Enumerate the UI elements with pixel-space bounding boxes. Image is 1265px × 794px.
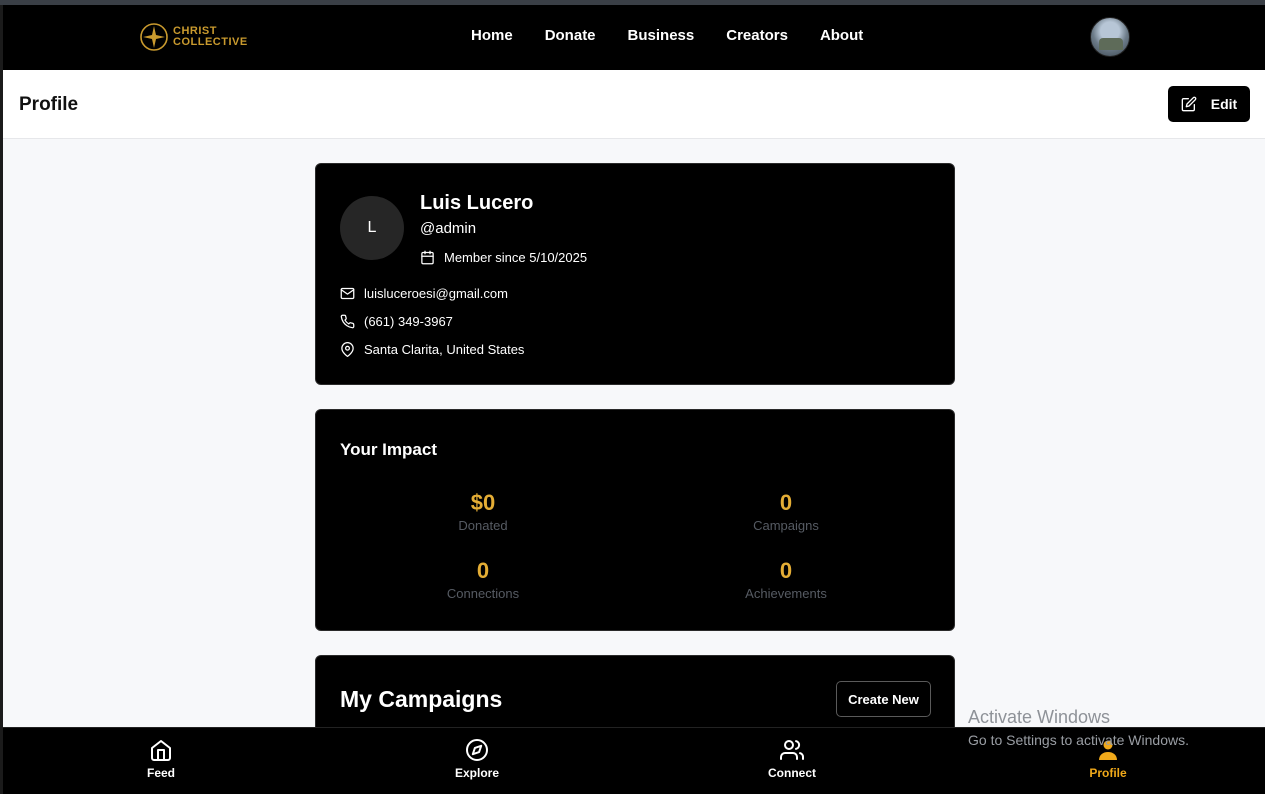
member-since: Member since 5/10/2025 — [420, 250, 587, 265]
star-cross-icon — [140, 23, 168, 51]
stat-value: 0 — [779, 558, 793, 583]
edit-icon — [1181, 96, 1197, 112]
create-campaign-button[interactable]: Create New — [836, 681, 931, 717]
bottom-nav-label: Connect — [768, 766, 816, 780]
user-avatar-button[interactable] — [1090, 17, 1130, 57]
user-icon — [1099, 740, 1117, 760]
phone-icon — [340, 314, 355, 329]
profile-name: Luis Lucero — [420, 192, 534, 214]
brand-wordmark: CHRIST COLLECTIVE — [173, 26, 248, 48]
bottom-nav-profile[interactable]: Profile — [1048, 738, 1168, 780]
stat-value: $0 — [470, 490, 496, 515]
nav-creators[interactable]: Creators — [726, 27, 788, 44]
stat-connections: 0 Connections — [383, 558, 583, 601]
profile-card: L Luis Lucero @admin Member since 5/10/2… — [315, 163, 955, 385]
profile-handle: @admin — [420, 220, 477, 237]
brand-logo[interactable]: CHRIST COLLECTIVE — [139, 22, 248, 52]
bottom-nav-feed[interactable]: Feed — [101, 738, 221, 780]
bottom-nav-explore[interactable]: Explore — [417, 738, 537, 780]
bottom-nav-label: Feed — [146, 766, 175, 780]
watermark-title: Activate Windows — [968, 707, 1111, 727]
compass-icon — [466, 739, 488, 761]
member-since-text: Member since 5/10/2025 — [444, 250, 588, 265]
email-row: luisluceroesi@gmail.com — [340, 286, 508, 301]
bottom-nav: Feed Explore Connect Profile — [3, 727, 1265, 794]
page-title: Profile — [19, 94, 79, 115]
stat-label: Achievements — [745, 586, 827, 601]
mail-icon — [340, 287, 355, 300]
nav-donate[interactable]: Donate — [545, 27, 596, 44]
stat-label: Campaigns — [753, 518, 819, 533]
stat-label: Donated — [458, 518, 508, 533]
stat-donated: $0 Donated — [383, 490, 583, 533]
home-icon — [151, 740, 171, 761]
phone-text: (661) 349-3967 — [364, 314, 453, 329]
phone-row: (661) 349-3967 — [340, 314, 453, 329]
bottom-nav-connect[interactable]: Connect — [732, 738, 852, 780]
campaigns-title: My Campaigns — [340, 686, 503, 712]
bottom-nav-label: Explore — [454, 766, 499, 780]
nav-home[interactable]: Home — [471, 27, 513, 44]
edit-profile-button[interactable]: Edit — [1168, 86, 1250, 122]
brand-line-2: COLLECTIVE — [173, 36, 248, 48]
bottom-nav-label: Profile — [1089, 766, 1127, 780]
nav-about[interactable]: About — [820, 27, 863, 44]
main-nav: Home Donate Business Creators About — [471, 27, 895, 44]
impact-card: Your Impact $0 Donated 0 Campaigns 0 Con… — [315, 409, 955, 631]
email-text: luisluceroesi@gmail.com — [364, 286, 508, 301]
stat-value: 0 — [476, 558, 490, 583]
edit-label: Edit — [1210, 96, 1238, 112]
map-pin-icon — [341, 342, 354, 357]
impact-title: Your Impact — [340, 440, 437, 459]
page-header: Profile Edit — [3, 70, 1265, 139]
stat-label: Connections — [446, 586, 520, 601]
location-row: Santa Clarita, United States — [340, 342, 524, 357]
users-icon — [780, 740, 804, 760]
stat-value: 0 — [779, 490, 793, 515]
stat-campaigns: 0 Campaigns — [686, 490, 886, 533]
stat-achievements: 0 Achievements — [686, 558, 886, 601]
calendar-icon — [421, 250, 434, 265]
nav-business[interactable]: Business — [628, 27, 695, 44]
profile-avatar: L — [340, 196, 404, 260]
location-text: Santa Clarita, United States — [364, 342, 525, 357]
top-navbar: CHRIST COLLECTIVE Home Donate Business C… — [3, 5, 1265, 70]
